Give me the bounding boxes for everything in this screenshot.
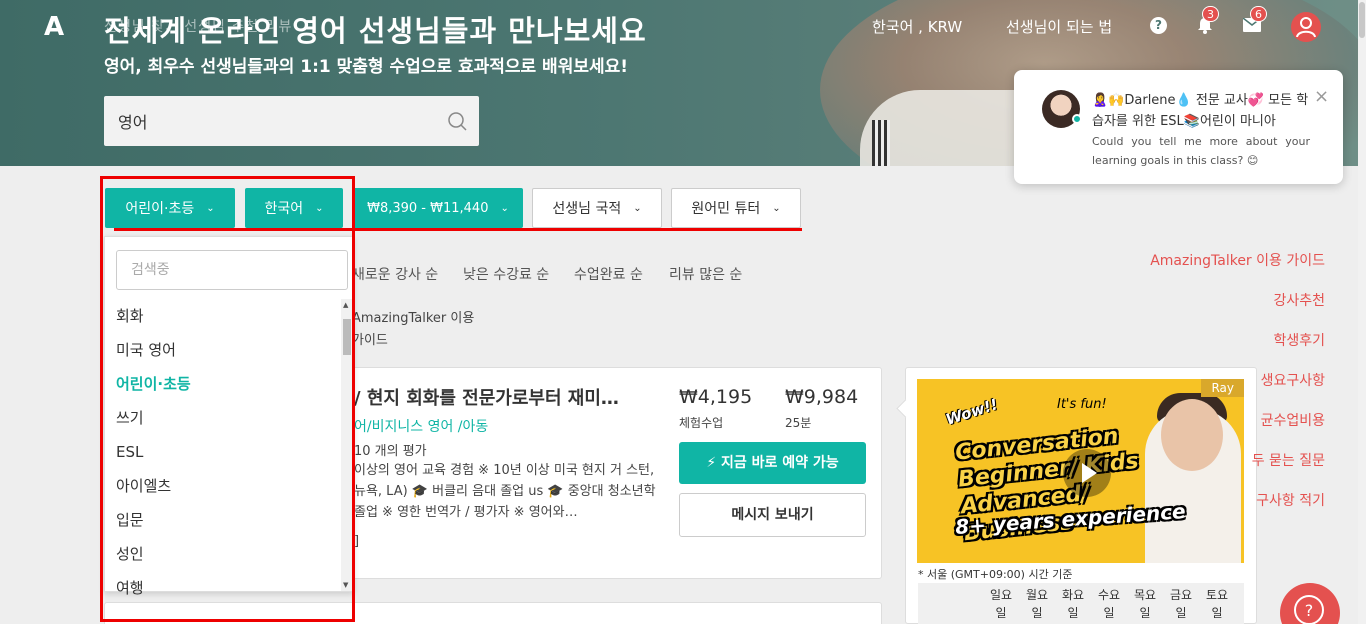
search-bar [104,96,479,146]
sort-most-reviews[interactable]: 리뷰 많은 순 [669,264,742,284]
search-icon[interactable] [447,111,467,131]
right-link-reviews[interactable]: 학생후기 [1273,330,1325,350]
video-teacher-name: Ray [1201,379,1244,397]
teacher-card-categories: 어/비지니스 영어 /아동 [354,419,489,435]
filter-nationality[interactable]: 선생님 국적 ⌄ [532,188,662,228]
teacher-card-reviews[interactable]: 10 개의 평가 [354,440,427,459]
schedule-day-header: 일요일 월요일 화요일 수요일 목요일 금요일 토요일 [918,583,1244,624]
hero-photo-detail [872,120,890,166]
teacher-card-next [104,602,882,624]
send-message-button[interactable]: 메시지 보내기 [679,493,866,537]
day-fri: 금요일 [1169,588,1193,620]
dropdown-scroll-thumb[interactable] [343,319,351,355]
sort-newest[interactable]: 새로운 강사 순 [352,264,438,284]
filter-price-label: ₩8,390 - ₩11,440 [367,200,489,216]
highlight-underline [114,228,802,231]
sort-lowest-price[interactable]: 낮은 수강료 순 [463,264,549,284]
dropdown-item[interactable]: ESL [105,435,341,469]
question-icon: ? [1294,595,1324,624]
become-teacher-link[interactable]: 선생님이 되는 법 [1006,16,1112,44]
scroll-up-icon[interactable]: ▲ [343,301,348,309]
chevron-down-icon: ⌄ [315,202,324,214]
chevron-down-icon: ⌄ [633,202,642,214]
right-link-requests[interactable]: 생요구사항 [1261,370,1325,390]
filter-price[interactable]: ₩8,390 - ₩11,440 ⌄ [353,188,523,228]
notification-count-badge: 3 [1202,6,1219,22]
dropdown-item[interactable]: 아이엘츠 [105,469,341,503]
category-dropdown: 검색중 회화 미국 영어 어린이·초등 쓰기 ESL 아이엘츠 입문 성인 여행… [104,236,354,597]
dropdown-item[interactable]: 쓰기 [105,401,341,435]
language-currency-select[interactable]: 한국어 , KRW [872,16,962,44]
right-link-guide[interactable]: AmazingTalker 이용 가이드 [1150,250,1325,270]
day-thu: 목요일 [1133,588,1157,620]
dropdown-search-input[interactable]: 검색중 [116,250,348,290]
dropdown-item[interactable]: 성인 [105,537,341,571]
chevron-down-icon: ⌄ [772,202,781,214]
dropdown-item[interactable]: 회화 [105,299,341,333]
user-icon [1296,17,1316,38]
play-icon[interactable] [1063,449,1111,497]
right-link-faq[interactable]: 두 묻는 질문 [1252,450,1325,470]
chevron-down-icon: ⌄ [500,202,509,214]
site-logo[interactable]: A [44,12,64,42]
guide-link-line2[interactable]: 가이드 [352,329,388,348]
chat-teacher-title: 🙎‍♀️🙌Darlene💧 전문 교사💞 모든 학습자를 위한 ESL📚어린이 … [1092,93,1309,129]
filter-language[interactable]: 한국어 ⌄ [245,188,343,228]
chat-popup[interactable]: 🙎‍♀️🙌Darlene💧 전문 교사💞 모든 학습자를 위한 ESL📚어린이 … [1014,70,1343,184]
filter-nationality-label: 선생님 국적 [552,201,622,217]
teacher-card-title[interactable]: / 현지 회화를 전문가로부터 재미… [354,384,619,410]
support-chat-button[interactable]: ? [1280,583,1340,624]
help-icon[interactable]: ? [1150,17,1167,34]
dropdown-item[interactable]: 미국 영어 [105,333,341,367]
dropdown-item[interactable]: 입문 [105,503,341,537]
search-input[interactable] [104,96,424,146]
day-sat: 토요일 [1205,588,1229,620]
trial-price-label: 체험수업 [679,416,724,430]
teacher-intro-video[interactable]: Wow!! It's fun! Conversation Beginner/ K… [917,379,1244,563]
right-link-avg-price[interactable]: 균수업비용 [1261,410,1325,430]
video-fun-text: It's fun! [1057,397,1107,412]
online-status-dot [1072,114,1082,124]
dropdown-item-selected[interactable]: 어린이·초등 [105,367,341,401]
right-link-recommend[interactable]: 강사추천 [1273,290,1325,310]
day-wed: 수요일 [1097,588,1121,620]
page-scrollbar[interactable] [1358,0,1366,624]
dropdown-item[interactable]: 여행 [105,571,341,605]
filter-category[interactable]: 어린이·초등 ⌄ [105,188,235,228]
page-subtitle: 영어, 최우수 선생님들과의 1:1 맞춤형 수업으로 효과적으로 배워보세요! [104,57,629,77]
lesson-price: ₩9,984 [785,386,859,408]
user-avatar[interactable] [1291,12,1321,42]
chevron-down-icon: ⌄ [206,202,215,214]
message-count-badge: 6 [1250,6,1267,22]
right-link-write-request[interactable]: 구사항 적기 [1256,490,1325,510]
day-tue: 화요일 [1061,588,1085,620]
timezone-note: * 서울 (GMT+09:00) 시간 기준 [918,568,1073,581]
filter-native-tutor-label: 원어민 튜터 [691,201,761,217]
guide-link-line1[interactable]: AmazingTalker 이용 [352,307,474,326]
day-sun: 일요일 [989,588,1013,620]
chat-message: Could you tell me more about your learni… [1092,135,1310,167]
dropdown-scrollbar[interactable]: ▲ ▼ [341,299,353,591]
trial-price: ₩4,195 [679,386,753,408]
day-mon: 월요일 [1025,588,1049,620]
dropdown-list: 회화 미국 영어 어린이·초등 쓰기 ESL 아이엘츠 입문 성인 여행 [105,299,341,605]
filter-category-label: 어린이·초등 [125,201,195,217]
close-icon[interactable]: × [1314,86,1329,107]
teacher-card-more[interactable]: ] [354,534,359,549]
video-wow-text: Wow!! [943,395,1001,429]
scroll-down-icon[interactable]: ▼ [343,581,348,589]
filter-native-tutor[interactable]: 원어민 튜터 ⌄ [671,188,801,228]
filter-language-label: 한국어 [264,201,304,217]
book-now-button[interactable]: ⚡ 지금 바로 예약 가능 [679,442,866,484]
sort-lessons-completed[interactable]: 수업완료 순 [574,264,643,284]
teacher-card-description: 이상의 영어 교육 경험 ※ 10년 이상 미국 현지 거 스턴, 뉴욕, LA… [354,463,656,520]
page-title: 전세계 온라인 영어 선생님들과 만나보세요 [104,14,647,48]
lesson-price-label: 25분 [785,416,812,430]
